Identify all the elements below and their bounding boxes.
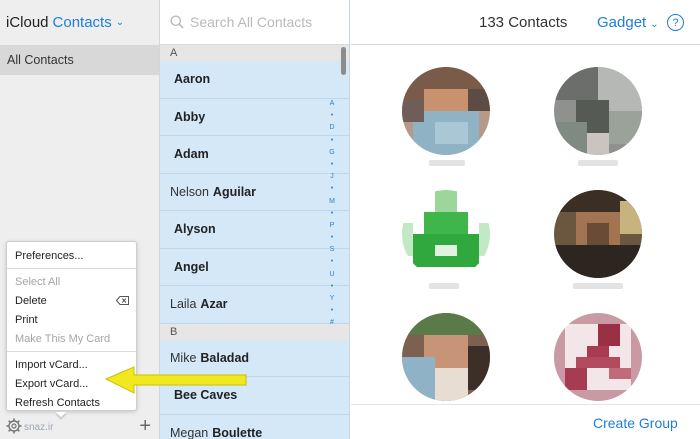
contact-last-name: Azar — [200, 297, 228, 312]
delete-key-icon — [116, 296, 129, 305]
contact-avatar[interactable] — [554, 67, 642, 155]
menu-item-label: Refresh Contacts — [15, 396, 100, 409]
list-item[interactable]: Adam — [160, 136, 349, 174]
index-letter[interactable]: J — [330, 171, 334, 183]
contact-avatar[interactable] — [554, 190, 642, 278]
search-icon — [170, 15, 184, 29]
list-item[interactable]: Aaron — [160, 61, 349, 99]
contact-first-name: Laila — [170, 297, 197, 312]
detail-footer-divider — [351, 404, 700, 405]
chevron-down-icon: ⌄ — [650, 19, 659, 30]
contact-name-redacted — [578, 160, 618, 166]
menu-item-delete[interactable]: Delete — [7, 291, 136, 310]
section-header: B — [160, 323, 349, 340]
account-menu[interactable]: Gadget ⌄ — [597, 14, 659, 31]
gear-icon[interactable] — [6, 418, 22, 434]
menu-item-make-my-card[interactable]: Make This My Card — [7, 329, 136, 348]
index-letter[interactable]: • — [331, 135, 333, 147]
detail-pane: 133 Contacts Gadget ⌄ ? Create Group — [351, 0, 700, 439]
contact-last-name: Aaron — [174, 72, 211, 87]
contact-name-redacted — [429, 160, 465, 166]
index-letter[interactable]: • — [331, 183, 333, 195]
menu-item-label: Make This My Card — [15, 332, 111, 345]
contact-name-redacted — [573, 283, 623, 289]
group-all-contacts[interactable]: All Contacts — [0, 45, 159, 75]
contact-last-name: Angel — [174, 259, 209, 274]
index-letter[interactable]: • — [331, 208, 333, 220]
chevron-down-icon[interactable]: ⌄ — [116, 17, 124, 28]
section-header: A — [160, 45, 349, 61]
menu-item-select-all[interactable]: Select All — [7, 272, 136, 291]
contact-first-name: Megan — [170, 425, 209, 439]
menu-item-label: Preferences... — [15, 249, 84, 262]
index-letter[interactable]: Y — [330, 293, 335, 305]
alphabet-index[interactable]: A • D • G • J • M • P • S • U • Y • # — [327, 98, 337, 330]
detail-header: 133 Contacts Gadget ⌄ ? — [351, 0, 700, 45]
menu-divider — [7, 351, 136, 352]
index-letter[interactable]: • — [331, 232, 333, 244]
create-group-button[interactable]: Create Group — [593, 415, 678, 431]
contact-avatar[interactable] — [402, 313, 490, 401]
index-letter[interactable]: • — [331, 256, 333, 268]
contact-first-name: Nelson — [170, 184, 209, 199]
sidebar-header: iCloud Contacts ⌄ — [0, 0, 159, 45]
menu-pointer-fill — [56, 412, 66, 417]
search-input[interactable]: Search All Contacts — [190, 14, 312, 30]
contact-name-redacted — [429, 283, 459, 289]
contact-last-name: Boulette — [212, 425, 263, 439]
watermark: snaz.ir — [24, 422, 54, 433]
index-letter[interactable]: • — [331, 110, 333, 122]
index-letter[interactable]: M — [329, 196, 335, 208]
list-item[interactable]: Abby — [160, 99, 349, 136]
search-bar[interactable]: Search All Contacts — [160, 0, 349, 45]
index-letter[interactable]: A — [330, 98, 335, 110]
contact-first-name: Mike — [170, 350, 197, 365]
menu-item-preferences[interactable]: Preferences... — [7, 246, 136, 265]
menu-item-label: Export vCard... — [15, 377, 89, 390]
index-letter[interactable]: • — [331, 281, 333, 293]
menu-item-label: Select All — [15, 275, 61, 288]
index-letter[interactable]: # — [330, 317, 334, 329]
scrollbar-thumb[interactable] — [341, 47, 346, 75]
contact-last-name: Baladad — [200, 350, 250, 365]
index-letter[interactable]: D — [329, 122, 334, 134]
index-letter[interactable]: P — [330, 220, 335, 232]
account-name: Gadget — [597, 14, 647, 31]
contact-count: 133 Contacts — [479, 14, 568, 31]
menu-item-label: Import vCard... — [15, 358, 88, 371]
app-name: iCloud — [6, 14, 49, 31]
help-button[interactable]: ? — [667, 14, 684, 31]
contact-last-name: Alyson — [174, 222, 216, 237]
list-item[interactable]: Megan Boulette — [160, 415, 349, 439]
contact-last-name: Abby — [174, 109, 206, 124]
menu-item-label: Delete — [15, 294, 47, 307]
annotation-arrow-icon — [104, 366, 247, 394]
contact-avatar[interactable] — [402, 67, 490, 155]
contact-avatar[interactable] — [554, 313, 642, 401]
list-item[interactable]: Angel — [160, 249, 349, 286]
contact-last-name: Adam — [174, 147, 209, 162]
index-letter[interactable]: U — [329, 269, 334, 281]
list-item[interactable]: Alyson — [160, 211, 349, 249]
contact-last-name: Aguilar — [212, 184, 256, 199]
index-letter[interactable]: • — [331, 159, 333, 171]
app-title-menu[interactable]: Contacts — [53, 14, 112, 31]
list-item[interactable]: Laila Azar — [160, 286, 349, 324]
index-letter[interactable]: G — [329, 147, 334, 159]
index-letter[interactable]: S — [330, 244, 335, 256]
menu-divider — [7, 268, 136, 269]
index-letter[interactable]: • — [331, 305, 333, 317]
list-item[interactable]: Nelson Aguilar — [160, 174, 349, 211]
add-contact-button[interactable]: + — [139, 416, 151, 436]
contact-avatar[interactable] — [402, 190, 490, 278]
menu-item-print[interactable]: Print — [7, 310, 136, 329]
menu-item-label: Print — [15, 313, 38, 326]
